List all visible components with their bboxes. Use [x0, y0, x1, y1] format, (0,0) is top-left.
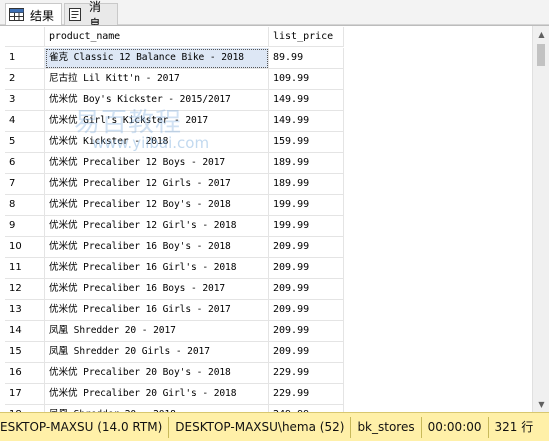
table-row[interactable]: 11 优米优 Precaliber 16 Girl's - 2018 209.99 — [5, 258, 344, 279]
status-bar: ESKTOP-MAXSU (14.0 RTM) DESKTOP-MAXSU\he… — [0, 412, 549, 441]
cell-list-price[interactable]: 159.99 — [269, 132, 344, 153]
table-row[interactable]: 7 优米优 Precaliber 12 Girls - 2017 189.99 — [5, 174, 344, 195]
tab-results-label: 结果 — [30, 8, 55, 23]
status-database: bk_stores — [351, 416, 422, 438]
row-number[interactable]: 14 — [5, 321, 45, 342]
row-number[interactable]: 18 — [5, 405, 45, 412]
cell-product-name[interactable]: 优米优 Precaliber 12 Boy's - 2018 — [45, 195, 269, 216]
cell-product-name[interactable]: 优米优 Girl's Kickster - 2017 — [45, 111, 269, 132]
vertical-scrollbar[interactable]: ▲ ▼ — [532, 26, 549, 412]
cell-product-name[interactable]: 优米优 Precaliber 12 Girls - 2017 — [45, 174, 269, 195]
cell-product-name[interactable]: 优米优 Precaliber 20 Boy's - 2018 — [45, 363, 269, 384]
cell-product-name[interactable]: 优米优 Precaliber 20 Girl's - 2018 — [45, 384, 269, 405]
cell-product-name[interactable]: 凤凰 Shredder 20 Girls - 2017 — [45, 342, 269, 363]
row-number[interactable]: 1 — [5, 48, 45, 69]
row-number[interactable]: 11 — [5, 258, 45, 279]
cell-product-name[interactable]: 凤凰 Shredder 20 - 2017 — [45, 321, 269, 342]
cell-list-price[interactable]: 199.99 — [269, 195, 344, 216]
scroll-down-icon[interactable]: ▼ — [533, 396, 549, 412]
cell-list-price[interactable]: 209.99 — [269, 279, 344, 300]
row-number[interactable]: 16 — [5, 363, 45, 384]
column-header-product-name[interactable]: product_name — [45, 27, 269, 47]
table-row[interactable]: 16 优米优 Precaliber 20 Boy's - 2018 229.99 — [5, 363, 344, 384]
cell-list-price[interactable]: 229.99 — [269, 384, 344, 405]
scroll-up-icon[interactable]: ▲ — [533, 26, 549, 43]
cell-list-price[interactable]: 209.99 — [269, 237, 344, 258]
status-login: DESKTOP-MAXSU\hema (52) — [169, 416, 352, 438]
cell-list-price[interactable]: 209.99 — [269, 342, 344, 363]
status-rowcount: 321 行 — [494, 419, 534, 434]
row-number[interactable]: 17 — [5, 384, 45, 405]
cell-list-price[interactable]: 189.99 — [269, 174, 344, 195]
cell-list-price[interactable]: 229.99 — [269, 363, 344, 384]
cell-product-name[interactable]: 优米优 Precaliber 12 Girl's - 2018 — [45, 216, 269, 237]
table-row[interactable]: 13 优米优 Precaliber 16 Girls - 2017 209.99 — [5, 300, 344, 321]
table-row[interactable]: 4 优米优 Girl's Kickster - 2017 149.99 — [5, 111, 344, 132]
tab-results[interactable]: 结果 — [5, 3, 62, 26]
cell-list-price[interactable]: 189.99 — [269, 153, 344, 174]
status-server: ESKTOP-MAXSU (14.0 RTM) — [0, 416, 170, 438]
cell-product-name[interactable]: 优米优 Precaliber 16 Boys - 2017 — [45, 279, 269, 300]
message-icon — [68, 7, 84, 22]
table-row[interactable]: 8 优米优 Precaliber 12 Boy's - 2018 199.99 — [5, 195, 344, 216]
row-number[interactable]: 12 — [5, 279, 45, 300]
row-number[interactable]: 10 — [5, 237, 45, 258]
row-number[interactable]: 9 — [5, 216, 45, 237]
cell-list-price[interactable]: 89.99 — [269, 48, 344, 69]
row-number[interactable]: 3 — [5, 90, 45, 111]
row-number[interactable]: 7 — [5, 174, 45, 195]
row-number[interactable]: 2 — [5, 69, 45, 90]
row-number[interactable]: 5 — [5, 132, 45, 153]
table-row[interactable]: 5 优米优 Kickster - 2018 159.99 — [5, 132, 344, 153]
grid-header-row: product_name list_price — [5, 27, 344, 47]
row-number[interactable]: 15 — [5, 342, 45, 363]
row-number[interactable]: 8 — [5, 195, 45, 216]
cell-list-price[interactable]: 199.99 — [269, 216, 344, 237]
cell-list-price[interactable]: 249.99 — [269, 405, 344, 412]
column-header-list-price[interactable]: list_price — [269, 27, 344, 47]
grid-icon — [9, 8, 25, 22]
cell-product-name[interactable]: 优米优 Precaliber 16 Boy's - 2018 — [45, 237, 269, 258]
cell-product-name[interactable]: 优米优 Boy's Kickster - 2015/2017 — [45, 90, 269, 111]
cell-product-name[interactable]: 优米优 Precaliber 12 Boys - 2017 — [45, 153, 269, 174]
cell-product-name[interactable]: 雀克 Classic 12 Balance Bike - 2018 — [45, 48, 269, 69]
table-row[interactable]: 18凤凰 Shredder 20 - 2018249.99 — [5, 405, 344, 412]
cell-product-name[interactable]: 优米优 Precaliber 16 Girl's - 2018 — [45, 258, 269, 279]
tab-messages[interactable]: 消息 — [64, 0, 118, 31]
table-row[interactable]: 15 凤凰 Shredder 20 Girls - 2017 209.99 — [5, 342, 344, 363]
row-number[interactable]: 4 — [5, 111, 45, 132]
table-row[interactable]: 17 优米优 Precaliber 20 Girl's - 2018 229.99 — [5, 384, 344, 405]
table-row[interactable]: 2 尼古拉 Lil Kitt'n - 2017 109.99 — [5, 69, 344, 90]
table-row[interactable]: 3 优米优 Boy's Kickster - 2015/2017 149.99 — [5, 90, 344, 111]
table-row[interactable]: 9 优米优 Precaliber 12 Girl's - 2018 199.99 — [5, 216, 344, 237]
cell-product-name[interactable]: 凤凰 Shredder 20 - 2018 — [45, 405, 269, 412]
scrollbar-thumb[interactable] — [537, 44, 545, 66]
table-row[interactable]: 1 雀克 Classic 12 Balance Bike - 2018 89.99 — [5, 48, 344, 69]
table-row[interactable]: 12 优米优 Precaliber 16 Boys - 2017 209.99 — [5, 279, 344, 300]
cell-list-price[interactable]: 149.99 — [269, 111, 344, 132]
cell-list-price[interactable]: 209.99 — [269, 258, 344, 279]
row-number-header[interactable] — [5, 27, 45, 47]
results-grid[interactable]: product_name list_price 1 雀克 Classic 12 B… — [0, 25, 549, 412]
status-elapsed: 00:00:00 — [422, 416, 489, 438]
cell-product-name[interactable]: 优米优 Precaliber 16 Girls - 2017 — [45, 300, 269, 321]
cell-list-price[interactable]: 149.99 — [269, 90, 344, 111]
cell-product-name[interactable]: 尼古拉 Lil Kitt'n - 2017 — [45, 69, 269, 90]
cell-list-price[interactable]: 209.99 — [269, 321, 344, 342]
table-row[interactable]: 6 优米优 Precaliber 12 Boys - 2017 189.99 — [5, 153, 344, 174]
table-row[interactable]: 14 凤凰 Shredder 20 - 2017 209.99 — [5, 321, 344, 342]
table-row[interactable]: 10 优米优 Precaliber 16 Boy's - 2018 209.99 — [5, 237, 344, 258]
results-tabbar: 结果 消息 — [0, 0, 549, 31]
cell-list-price[interactable]: 109.99 — [269, 69, 344, 90]
row-number[interactable]: 6 — [5, 153, 45, 174]
cell-product-name[interactable]: 优米优 Kickster - 2018 — [45, 132, 269, 153]
row-number[interactable]: 13 — [5, 300, 45, 321]
cell-list-price[interactable]: 209.99 — [269, 300, 344, 321]
